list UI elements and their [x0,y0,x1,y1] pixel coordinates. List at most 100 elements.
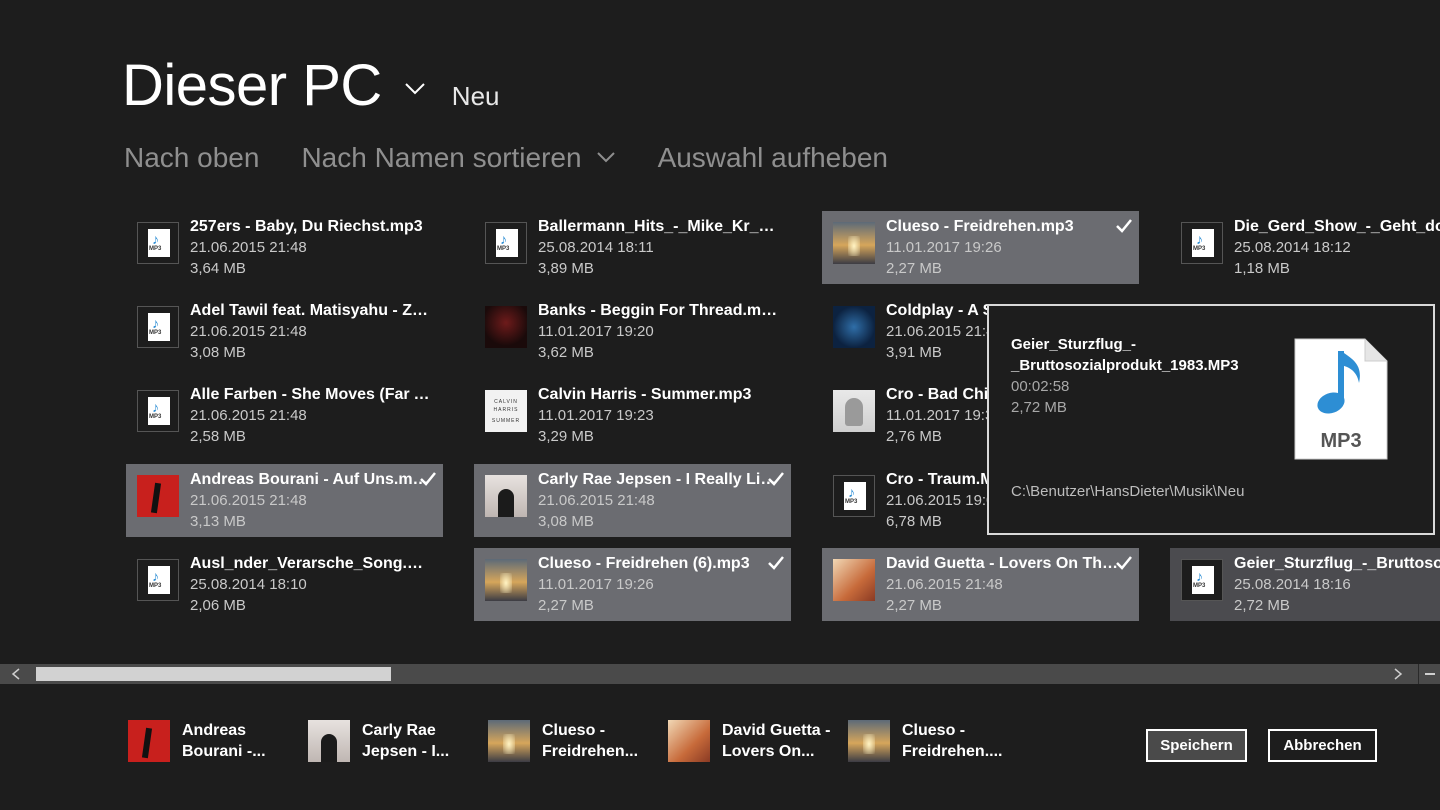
file-size: 2,27 MB [886,260,942,277]
file-tile[interactable]: ♪MP3 Geier_Sturzflug_-_Bruttosozial 25.08.… [1170,548,1440,621]
file-size: 3,89 MB [538,260,594,277]
album-art [485,306,527,348]
basket-item[interactable]: Andreas Bourani -... [128,720,308,762]
file-tile[interactable]: Clueso - Freidrehen (6).mp3 11.01.2017 19… [474,548,791,621]
scrollbar-thumb[interactable] [36,667,391,681]
basket-item[interactable]: David Guetta - Lovers On... [668,720,848,762]
file-name: Geier_Sturzflug_-_Bruttosozial [1234,555,1440,572]
album-art [485,475,527,517]
current-folder-label: Neu [451,81,500,111]
file-size: 3,62 MB [538,344,594,361]
file-tile[interactable]: David Guetta - Lovers On The S... 21.06.2… [822,548,1139,621]
file-date: 21.06.2015 21:48 [190,407,307,424]
file-date: 25.08.2014 18:16 [1234,576,1351,593]
file-name: Carly Rae Jepsen - I Really Like... [538,471,778,488]
album-art [137,475,179,517]
file-tile[interactable]: ♪ MP3 Ausl_nder_Verarsche_Song.MP3 25.08.20… [126,548,443,621]
file-size: 3,08 MB [538,513,594,530]
horizontal-scrollbar[interactable] [0,664,1440,684]
file-date: 11.01.2017 19:23 [538,407,654,424]
checkmark-icon [767,555,785,571]
save-button[interactable]: Speichern [1146,729,1247,762]
file-tile[interactable]: ♪ MP3 Adel Tawil feat. Matisyahu - Zu... 21… [126,295,443,368]
mp3-icon-label: MP3 [1320,430,1361,452]
file-name: Ausl_nder_Verarsche_Song.MP3 [190,555,430,572]
album-art [848,720,890,762]
file-size: 2,06 MB [190,597,246,614]
mp3-file-icon: ♪ MP3 [137,390,179,432]
tooltip-path: C:\Benutzer\HansDieter\Musik\Neu [1011,483,1245,500]
file-date: 21.06.2015 21:48 [190,492,307,509]
basket-item[interactable]: Carly Rae Jepsen - I... [308,720,488,762]
file-tile[interactable]: Banks - Beggin For Thread.mp3 11.01.2017 … [474,295,791,368]
mp3-file-icon: ♪ MP3 [137,222,179,264]
file-tile[interactable]: CALVIN HARRIS SUMMER Calvin Harris - Summer… [474,379,791,452]
album-art [833,306,875,348]
go-up-button[interactable]: Nach oben [124,142,259,174]
scroll-left-icon[interactable] [6,664,26,684]
file-date: 25.08.2014 18:10 [190,576,307,593]
mp3-file-icon: ♪ MP3 [833,475,875,517]
file-tile[interactable]: ♪MP3 Die_Gerd_Show_-_Geht_doch 25.08.2014 … [1170,211,1440,284]
file-tile[interactable]: ♪ MP3 257ers - Baby, Du Riechst.mp3 21.06.2… [126,211,443,284]
file-tile[interactable]: ♪ MP3 Alle Farben - She Moves (Far A... 21.… [126,379,443,452]
file-size: 3,64 MB [190,260,246,277]
album-art [833,390,875,432]
file-tile[interactable]: Andreas Bourani - Auf Uns.mp3 21.06.2015 … [126,464,443,537]
mp3-file-icon: ♪ MP3 [1181,222,1223,264]
basket-item-label: David Guetta - Lovers On... [722,722,831,760]
file-date: 21.06.2015 21:48 [538,492,655,509]
file-size: 2,27 MB [538,597,594,614]
file-tile[interactable]: Carly Rae Jepsen - I Really Like... 21.06… [474,464,791,537]
file-date: 11.01.2017 19:20 [538,323,654,340]
album-art [833,559,875,601]
file-size: 3,08 MB [190,344,246,361]
chevron-down-icon [596,142,616,174]
album-art: CALVIN HARRIS SUMMER [485,390,527,432]
file-size: 2,27 MB [886,597,942,614]
file-name: David Guetta - Lovers On The S... [886,555,1126,572]
file-tile[interactable]: Clueso - Freidrehen.mp3 11.01.2017 19:26 2… [822,211,1139,284]
file-size: 2,58 MB [190,428,246,445]
file-name: Adel Tawil feat. Matisyahu - Zu... [190,302,430,319]
file-tile[interactable]: ♪MP3 Ballermann_Hits_-_Mike_Kr_ger_... 25.… [474,211,791,284]
basket-item[interactable]: Clueso - Freidrehen.... [848,720,1028,762]
mp3-file-icon: MP3 [1293,337,1389,461]
basket-item-label: Clueso - Freidrehen.... [902,722,1003,760]
album-art [128,720,170,762]
tooltip-file-name: Geier_Sturzflug_-_Bruttosozialprodukt_19… [1011,336,1239,374]
album-art [308,720,350,762]
tooltip-duration: 00:02:58 [1011,378,1070,395]
checkmark-icon [1115,218,1133,234]
basket-item[interactable]: Clueso - Freidrehen... [488,720,668,762]
file-name: Clueso - Freidrehen.mp3 [886,218,1074,235]
file-name: Die_Gerd_Show_-_Geht_doch [1234,218,1440,235]
mp3-file-icon: ♪ MP3 [137,559,179,601]
clear-selection-button[interactable]: Auswahl aufheben [658,142,888,174]
album-art [488,720,530,762]
file-date: 21.06.2015 21:48 [886,576,1003,593]
scroll-right-icon[interactable] [1388,664,1408,684]
basket-item-label: Carly Rae Jepsen - I... [362,722,450,760]
file-date: 21.06.2015 21:48 [190,323,307,340]
checkmark-icon [767,471,785,487]
checkmark-icon [1115,555,1133,571]
mp3-file-icon: ♪ MP3 [137,306,179,348]
album-art [833,222,875,264]
file-size: 3,13 MB [190,513,246,530]
checkmark-icon [419,471,437,487]
mp3-file-icon: ♪ MP3 [485,222,527,264]
file-name: Calvin Harris - Summer.mp3 [538,386,752,403]
file-date: 25.08.2014 18:11 [538,239,654,256]
file-name: Banks - Beggin For Thread.mp3 [538,302,778,319]
file-size: 1,18 MB [1234,260,1290,277]
file-size: 3,29 MB [538,428,594,445]
chevron-down-icon[interactable] [404,77,426,99]
file-name: Clueso - Freidrehen (6).mp3 [538,555,750,572]
album-art [668,720,710,762]
zoom-out-icon[interactable] [1418,664,1440,684]
mp3-file-icon: ♪ MP3 [1181,559,1223,601]
cancel-button[interactable]: Abbrechen [1268,729,1377,762]
album-art [485,559,527,601]
sort-by-name-button[interactable]: Nach Namen sortieren [301,142,615,174]
